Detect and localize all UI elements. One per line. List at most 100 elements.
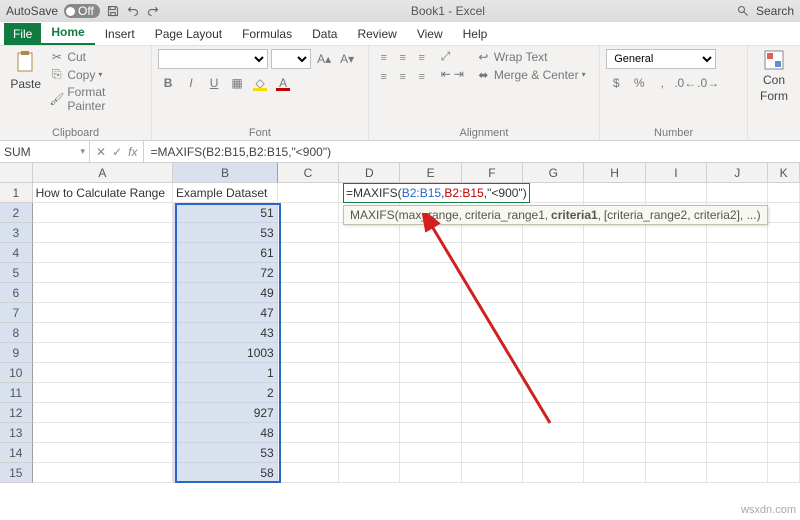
cell[interactable] bbox=[33, 403, 173, 423]
col-header[interactable]: J bbox=[707, 163, 768, 183]
row-header[interactable]: 14 bbox=[0, 443, 33, 463]
indent-decrease-icon[interactable]: ⇤ bbox=[441, 67, 451, 81]
cell[interactable] bbox=[462, 403, 523, 423]
cell[interactable]: 43 bbox=[173, 323, 278, 343]
cell[interactable] bbox=[462, 363, 523, 383]
row-header[interactable]: 2 bbox=[0, 203, 33, 223]
tab-review[interactable]: Review bbox=[347, 23, 406, 45]
row-header[interactable]: 1 bbox=[0, 183, 33, 203]
cell[interactable] bbox=[400, 263, 461, 283]
col-header[interactable]: E bbox=[400, 163, 461, 183]
wrap-text-button[interactable]: ↩Wrap Text bbox=[476, 49, 586, 64]
cell[interactable] bbox=[278, 443, 339, 463]
cell[interactable] bbox=[33, 283, 173, 303]
cell[interactable] bbox=[400, 343, 461, 363]
row-header[interactable]: 12 bbox=[0, 403, 33, 423]
cell[interactable] bbox=[339, 363, 400, 383]
increase-decimal-button[interactable]: .0← bbox=[675, 73, 695, 93]
cell[interactable] bbox=[584, 443, 645, 463]
tab-file[interactable]: File bbox=[4, 23, 41, 45]
col-header[interactable]: K bbox=[768, 163, 800, 183]
cell[interactable] bbox=[339, 283, 400, 303]
row-header[interactable]: 6 bbox=[0, 283, 33, 303]
row-header[interactable]: 7 bbox=[0, 303, 33, 323]
row-header[interactable]: 15 bbox=[0, 463, 33, 483]
cell[interactable]: 2 bbox=[173, 383, 278, 403]
cell[interactable] bbox=[768, 443, 800, 463]
cell[interactable] bbox=[523, 183, 584, 203]
cell[interactable] bbox=[707, 303, 768, 323]
cell[interactable] bbox=[646, 343, 707, 363]
italic-button[interactable]: I bbox=[181, 73, 201, 93]
cell[interactable] bbox=[339, 383, 400, 403]
cell[interactable] bbox=[400, 283, 461, 303]
cell[interactable] bbox=[646, 403, 707, 423]
cell[interactable] bbox=[33, 243, 173, 263]
orientation-icon[interactable]: ⤢ bbox=[441, 49, 451, 64]
cell[interactable] bbox=[523, 343, 584, 363]
cell[interactable] bbox=[33, 443, 173, 463]
percent-format-button[interactable]: % bbox=[629, 73, 649, 93]
row-header[interactable]: 3 bbox=[0, 223, 33, 243]
cell[interactable] bbox=[278, 303, 339, 323]
cell[interactable] bbox=[707, 283, 768, 303]
cell[interactable] bbox=[278, 223, 339, 243]
cell[interactable] bbox=[33, 463, 173, 483]
cell[interactable]: 49 bbox=[173, 283, 278, 303]
cell[interactable] bbox=[707, 223, 768, 243]
cell[interactable] bbox=[400, 363, 461, 383]
cell[interactable] bbox=[646, 443, 707, 463]
autosave-toggle[interactable]: Off bbox=[64, 4, 100, 18]
cell[interactable]: 1003 bbox=[173, 343, 278, 363]
row-header[interactable]: 4 bbox=[0, 243, 33, 263]
fx-icon[interactable]: fx bbox=[128, 145, 137, 159]
cell-editor[interactable]: =MAXIFS(B2:B15,B2:B15,"<900") bbox=[343, 183, 530, 203]
cell[interactable] bbox=[462, 383, 523, 403]
cell[interactable] bbox=[339, 343, 400, 363]
cell[interactable] bbox=[33, 423, 173, 443]
cell[interactable] bbox=[584, 363, 645, 383]
format-painter-button[interactable]: 🖌Format Painter bbox=[49, 85, 145, 113]
cell[interactable] bbox=[339, 463, 400, 483]
cell[interactable] bbox=[462, 223, 523, 243]
cell[interactable] bbox=[339, 423, 400, 443]
tab-help[interactable]: Help bbox=[453, 23, 498, 45]
cell[interactable] bbox=[707, 463, 768, 483]
cell[interactable] bbox=[523, 263, 584, 283]
cell[interactable] bbox=[707, 383, 768, 403]
tab-page-layout[interactable]: Page Layout bbox=[145, 23, 232, 45]
cell[interactable] bbox=[339, 403, 400, 423]
col-header[interactable]: C bbox=[278, 163, 339, 183]
cell[interactable] bbox=[646, 243, 707, 263]
decrease-font-size-button[interactable]: A▾ bbox=[337, 49, 357, 69]
bold-button[interactable]: B bbox=[158, 73, 178, 93]
font-name-select[interactable] bbox=[158, 49, 268, 69]
cell[interactable] bbox=[339, 223, 400, 243]
cell[interactable]: 58 bbox=[173, 463, 278, 483]
merge-center-button[interactable]: ⬌Merge & Center▾ bbox=[476, 67, 586, 82]
cell[interactable] bbox=[400, 383, 461, 403]
cell[interactable] bbox=[33, 343, 173, 363]
cell[interactable] bbox=[707, 243, 768, 263]
cell[interactable]: 1 bbox=[173, 363, 278, 383]
cell[interactable] bbox=[462, 243, 523, 263]
cell[interactable] bbox=[768, 263, 800, 283]
cell[interactable] bbox=[584, 323, 645, 343]
cell[interactable] bbox=[584, 243, 645, 263]
cell[interactable] bbox=[707, 263, 768, 283]
tab-home[interactable]: Home bbox=[41, 21, 94, 45]
cell[interactable]: 47 bbox=[173, 303, 278, 323]
cell[interactable]: 72 bbox=[173, 263, 278, 283]
cell[interactable] bbox=[646, 383, 707, 403]
cell[interactable]: 51 bbox=[173, 203, 278, 223]
cell[interactable] bbox=[33, 263, 173, 283]
save-icon[interactable] bbox=[106, 4, 120, 18]
cell[interactable] bbox=[462, 343, 523, 363]
select-all-corner[interactable] bbox=[0, 163, 33, 183]
cell[interactable] bbox=[33, 203, 173, 223]
row-header[interactable]: 10 bbox=[0, 363, 33, 383]
border-button[interactable]: ▦ bbox=[227, 73, 247, 93]
cell[interactable] bbox=[523, 363, 584, 383]
cell[interactable] bbox=[707, 343, 768, 363]
row-header[interactable]: 9 bbox=[0, 343, 33, 363]
